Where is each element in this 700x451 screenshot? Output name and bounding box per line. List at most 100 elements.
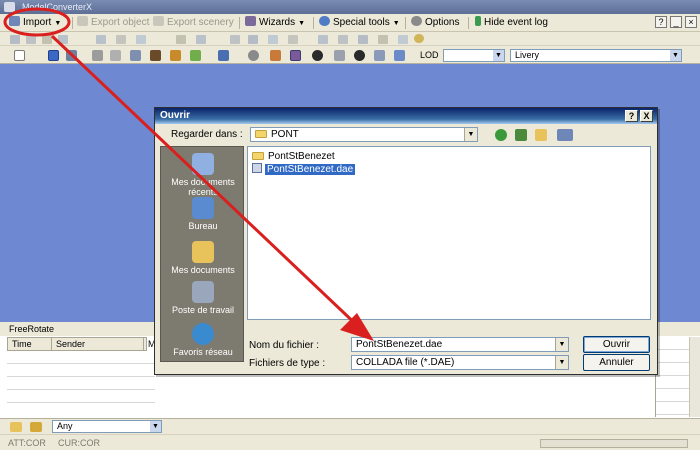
material-icon[interactable] [170,50,181,61]
status-bar: ATT:COR CUR:COR [0,434,700,450]
place-my-documents[interactable]: Mes documents [161,241,245,275]
computer-icon [192,281,214,303]
open-button[interactable]: Ouvrir [583,336,650,353]
chevron-down-icon: ▼ [54,20,62,27]
toolbar-icon[interactable] [248,35,258,44]
log-table-header: Time Sender M [7,337,156,351]
open-file-dialog: Ouvrir ? X Regarder dans : PONT ▼ Mes do… [154,107,658,375]
minimize-icon[interactable]: _ [670,16,682,28]
help-icon[interactable]: ? [655,16,667,28]
view-menu-icon[interactable] [557,129,573,141]
app-icon [4,2,15,12]
toolbar-icon[interactable] [378,35,388,44]
toolbar-icon[interactable] [334,50,345,61]
toolbar-icon[interactable] [270,50,281,61]
lod-select[interactable]: ▼ [443,49,505,62]
file-list[interactable]: PontStBenezet PontStBenezet.dae [247,146,651,320]
place-recent-documents[interactable]: Mes documents récents [161,153,245,197]
toolbar-primary [0,32,700,46]
column-header-message[interactable]: M [144,338,156,350]
import-menu-button[interactable]: Import ▼ [9,16,61,30]
toolbar-icon[interactable] [398,35,408,44]
dialog-help-button[interactable]: ? [625,110,638,122]
toolbar-icon[interactable] [10,35,20,44]
toolbar-icon[interactable] [58,35,68,44]
toolbar-icon[interactable] [42,35,52,44]
toolbar-icon[interactable] [66,50,77,61]
export-scenery-icon [153,16,164,26]
toolbar-icon[interactable] [268,35,278,44]
column-header-time[interactable]: Time [8,338,52,350]
clock-icon[interactable] [414,34,424,43]
toolbar-icon[interactable] [110,50,121,61]
grid-toggle-icon[interactable] [48,50,59,61]
chevron-down-icon: ▼ [464,128,477,141]
log-scrollbar[interactable] [689,337,700,417]
grid-icon[interactable] [14,50,25,61]
cancel-button[interactable]: Annuler [583,354,650,371]
toolbar-icon[interactable] [26,35,36,44]
up-folder-icon[interactable] [515,129,527,141]
filename-input[interactable]: PontStBenezet.dae ▼ [351,337,569,352]
hide-event-log-button[interactable]: Hide event log [475,16,548,30]
livery-select[interactable]: Livery ▼ [510,49,682,62]
folder-icon [252,152,264,160]
gear-icon [411,16,422,26]
list-item-folder[interactable]: PontStBenezet [252,151,335,163]
toolbar-icon[interactable] [130,50,141,61]
menu-separator [405,17,406,29]
flag-icon[interactable] [30,422,42,432]
column-header-sender[interactable]: Sender [52,338,144,350]
toolbar-icon[interactable] [92,50,103,61]
log-table-body[interactable] [7,351,155,415]
progress-bar [540,439,688,448]
toolbar-icon[interactable] [312,50,323,61]
dialog-close-button[interactable]: X [640,110,653,122]
toolbar-icon[interactable] [374,50,385,61]
menu-separator [313,17,314,29]
folder-icon [255,130,267,138]
filetype-select[interactable]: COLLADA file (*.DAE) ▼ [351,355,569,370]
chevron-down-icon: ▼ [392,20,400,27]
new-folder-icon[interactable] [535,129,547,141]
toolbar-icon[interactable] [96,35,106,44]
export-scenery-button[interactable]: Export scenery [153,16,234,30]
place-desktop[interactable]: Bureau [161,197,245,231]
toolbar-icon[interactable] [358,35,368,44]
places-bar: Mes documents récents Bureau Mes documen… [160,146,244,362]
terrain-icon[interactable] [190,50,201,61]
menu-separator [468,17,469,29]
recent-documents-icon [192,153,214,175]
toolbar-icon[interactable] [394,50,405,61]
special-tools-menu-button[interactable]: Special tools ▼ [319,16,400,30]
back-icon[interactable] [495,129,507,141]
toolbar-icon[interactable] [290,50,301,61]
close-icon[interactable]: × [685,16,697,28]
notepad-icon[interactable] [10,422,22,432]
export-object-button[interactable]: Export object [77,16,149,30]
chevron-down-icon: ▼ [555,338,568,351]
toolbar-icon[interactable] [230,35,240,44]
options-button[interactable]: Options [411,16,459,30]
log-filter-bar: Any ▼ [0,418,700,434]
chevron-down-icon: ▼ [670,50,681,61]
log-filter-select[interactable]: Any ▼ [52,420,162,433]
toolbar-icon[interactable] [196,35,206,44]
toolbar-icon[interactable] [176,35,186,44]
place-network[interactable]: Favoris réseau [161,323,245,357]
toolbar-icon[interactable] [318,35,328,44]
look-in-select[interactable]: PONT ▼ [250,127,478,142]
toolbar-icon[interactable] [218,50,229,61]
toolbar-icon[interactable] [116,35,126,44]
place-my-computer[interactable]: Poste de travail [161,281,245,315]
list-item-file[interactable]: PontStBenezet.dae [252,163,356,175]
toolbar-icon[interactable] [338,35,348,44]
texture-icon[interactable] [150,50,161,61]
chevron-down-icon: ▼ [150,421,161,432]
window-title: ModelConverterX [0,0,700,14]
gear-icon[interactable] [248,50,259,61]
toolbar-icon[interactable] [136,35,146,44]
wizards-menu-button[interactable]: Wizards ▼ [245,16,305,30]
toolbar-icon[interactable] [288,35,298,44]
toolbar-icon[interactable] [354,50,365,61]
